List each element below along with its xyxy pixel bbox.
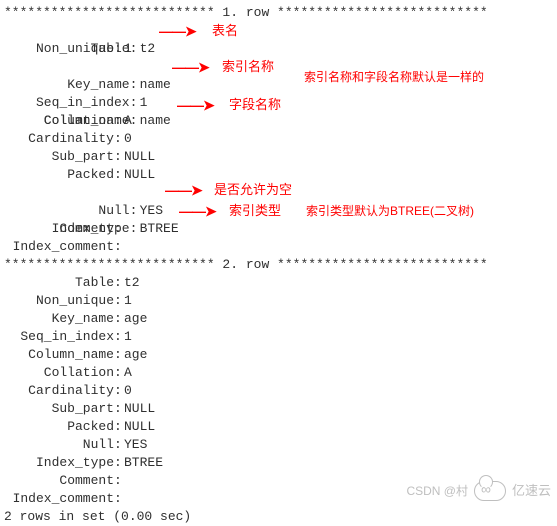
- value-row2-packed: NULL: [124, 418, 155, 436]
- value-row1-non-unique: 1: [124, 40, 132, 58]
- value-row1-packed: NULL: [124, 166, 155, 184]
- value-row2-seq: 1: [124, 328, 132, 346]
- value-row2-collation: A: [124, 364, 132, 382]
- value-row2-non-unique: 1: [124, 292, 132, 310]
- label-column-name: Column_name: [4, 346, 114, 364]
- label-cardinality: Cardinality: [4, 382, 114, 400]
- annot-index-field-note: 索引名称和字段名称默认是一样的: [304, 68, 484, 86]
- arrow-icon: ——➤: [179, 202, 216, 220]
- watermark-csdn: CSDN @村: [406, 482, 468, 500]
- value-row1-sub-part: NULL: [124, 148, 155, 166]
- footer-summary: 2 rows in set (0.00 sec): [4, 508, 553, 526]
- annot-allow-null: 是否允许为空: [214, 181, 292, 199]
- value-row2-index-type: BTREE: [124, 454, 163, 472]
- row-header-2: *************************** 2. row *****…: [4, 256, 553, 274]
- label-packed: Packed: [4, 418, 114, 436]
- arrow-icon: ——➤: [172, 58, 209, 76]
- value-row2-sub-part: NULL: [124, 400, 155, 418]
- label-key-name: Key_name: [4, 310, 114, 328]
- label-packed: Packed: [4, 166, 114, 184]
- value-row2-cardinality: 0: [124, 382, 132, 400]
- label-index-comment: Index_comment: [4, 238, 114, 256]
- watermark-brand: 亿速云: [512, 482, 551, 500]
- label-index-type: Index_type: [4, 454, 114, 472]
- annot-table-name: 表名: [212, 22, 238, 40]
- row-header-1: *************************** 1. row *****…: [4, 4, 553, 22]
- value-row1-cardinality: 0: [124, 130, 132, 148]
- label-null: Null: [4, 436, 114, 454]
- annot-index-name: 索引名称: [222, 58, 274, 76]
- row1-table: Table:t2 ——➤ 表名: [4, 22, 553, 40]
- label-table: Table: [4, 274, 114, 292]
- cloud-icon: [474, 481, 506, 501]
- label-seq-in-index: Seq_in_index: [4, 328, 114, 346]
- annot-index-type: 索引类型: [229, 202, 281, 220]
- label-comment: Comment: [4, 220, 114, 238]
- label-collation: Collation: [4, 112, 114, 130]
- value-row2-table: t2: [124, 274, 140, 292]
- arrow-icon: ——➤: [159, 22, 196, 40]
- value-row2-null: YES: [124, 436, 147, 454]
- arrow-icon: ——➤: [165, 181, 202, 199]
- value-row1-collation: A: [124, 112, 132, 130]
- label-comment: Comment: [4, 472, 114, 490]
- watermark: CSDN @村 亿速云: [406, 481, 551, 501]
- label-sub-part: Sub_part: [4, 400, 114, 418]
- value-row2-key-name: age: [124, 310, 147, 328]
- value-row2-column-name: age: [124, 346, 147, 364]
- label-non-unique: Non_unique: [4, 40, 114, 58]
- label-collation: Collation: [4, 364, 114, 382]
- label-cardinality: Cardinality: [4, 130, 114, 148]
- annot-index-type-note: 索引类型默认为BTREE(二叉树): [306, 202, 474, 220]
- label-index-comment: Index_comment: [4, 490, 114, 508]
- label-sub-part: Sub_part: [4, 148, 114, 166]
- label-non-unique: Non_unique: [4, 292, 114, 310]
